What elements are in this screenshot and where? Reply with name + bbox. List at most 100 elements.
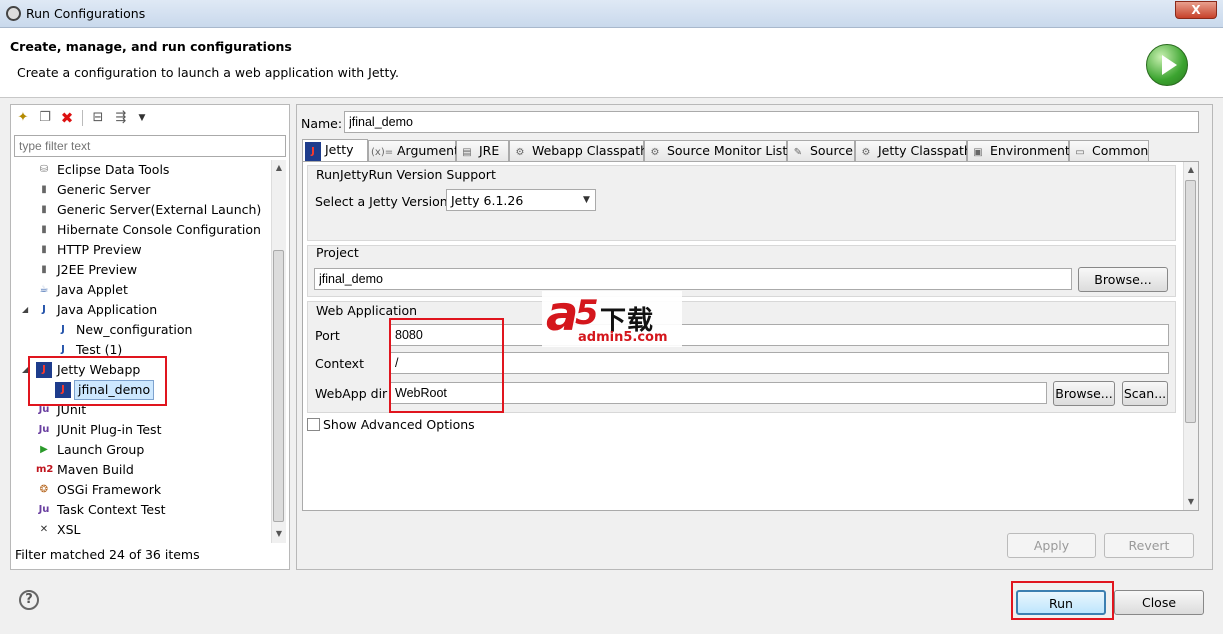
tree-item[interactable]: ☕ Java Applet bbox=[14, 280, 272, 300]
tree-item[interactable]: ◢ J Java Application bbox=[14, 300, 272, 320]
jetty-version-value: Jetty 6.1.26 bbox=[451, 193, 524, 208]
duplicate-icon[interactable]: ❐ bbox=[37, 110, 53, 126]
classpath-icon: ⚙ bbox=[861, 147, 871, 158]
tree-item[interactable]: ▮ HTTP Preview bbox=[14, 240, 272, 260]
advanced-options-checkbox[interactable] bbox=[307, 418, 320, 431]
xsl-icon: ✕ bbox=[39, 524, 49, 535]
tree-item[interactable]: J New_configuration bbox=[14, 320, 272, 340]
applet-icon: ☕ bbox=[39, 284, 49, 295]
tree-item-label: OSGi Framework bbox=[57, 482, 162, 497]
project-field[interactable] bbox=[314, 268, 1072, 290]
delete-icon[interactable]: ✖ bbox=[59, 110, 75, 126]
tab-jre[interactable]: ▤ JRE bbox=[456, 140, 509, 161]
tree-item[interactable]: ❂ OSGi Framework bbox=[14, 480, 272, 500]
help-icon[interactable]: ? bbox=[19, 590, 39, 610]
scan-button[interactable]: Scan... bbox=[1122, 381, 1168, 406]
panel-scroll-down-icon[interactable]: ▼ bbox=[1184, 495, 1198, 509]
scroll-up-icon[interactable]: ▲ bbox=[272, 161, 286, 175]
tree-item[interactable]: ▮ J2EE Preview bbox=[14, 260, 272, 280]
highlight-box-jetty bbox=[28, 356, 167, 406]
scroll-down-icon[interactable]: ▼ bbox=[272, 527, 286, 541]
window-title: Run Configurations bbox=[26, 6, 146, 21]
tree-item-label: Launch Group bbox=[57, 442, 145, 457]
tab-label: Source bbox=[806, 143, 853, 158]
title-bar[interactable] bbox=[0, 0, 1223, 28]
tab-source[interactable]: ✎ Source bbox=[787, 140, 855, 161]
name-field[interactable] bbox=[344, 111, 1199, 133]
arguments-icon: (x)= bbox=[371, 147, 394, 158]
tab-source-monitor-list[interactable]: ⚙ Source Monitor List bbox=[644, 140, 787, 161]
tree-item[interactable]: ▮ Generic Server bbox=[14, 180, 272, 200]
filter-status: Filter matched 24 of 36 items bbox=[15, 547, 200, 562]
webapp-browse-button[interactable]: Browse... bbox=[1053, 381, 1115, 406]
view-menu-chevron-icon[interactable]: ▼ bbox=[134, 110, 150, 126]
advanced-options-label: Show Advanced Options bbox=[323, 417, 475, 432]
context-field[interactable] bbox=[390, 352, 1169, 374]
close-window-button[interactable]: X bbox=[1175, 1, 1217, 19]
name-label: Name: bbox=[301, 116, 343, 131]
tab-label: Common bbox=[1088, 143, 1149, 158]
panel-scroll-thumb[interactable] bbox=[1185, 180, 1196, 423]
tab-label: Source Monitor List bbox=[663, 143, 788, 158]
tab-jetty[interactable]: J Jetty bbox=[302, 139, 368, 162]
tree-item[interactable]: ▮ Generic Server(External Launch) bbox=[14, 200, 272, 220]
tree-item-label: Generic Server(External Launch) bbox=[57, 202, 262, 217]
tree-item-label: XSL bbox=[57, 522, 81, 537]
close-button[interactable]: Close bbox=[1114, 590, 1204, 615]
tree-item[interactable]: ⛁ Eclipse Data Tools bbox=[14, 160, 272, 180]
tab-environment[interactable]: ▣ Environment bbox=[967, 140, 1070, 161]
panel-scroll-up-icon[interactable]: ▲ bbox=[1184, 163, 1198, 177]
filter-icon[interactable]: ⇶ bbox=[113, 110, 129, 126]
watermark-url: admin5.com bbox=[578, 330, 668, 345]
run-button[interactable]: Run bbox=[1016, 590, 1106, 615]
chevron-down-icon[interactable]: ▼ bbox=[583, 195, 590, 205]
tree-item-label: Maven Build bbox=[57, 462, 134, 477]
launch-group-icon: ▶ bbox=[40, 444, 48, 455]
database-icon: ⛁ bbox=[39, 164, 49, 175]
collapse-all-icon[interactable]: ⊟ bbox=[90, 110, 106, 126]
tree-item[interactable]: ✕ XSL bbox=[14, 520, 272, 540]
expand-triangle-icon[interactable]: ◢ bbox=[22, 300, 32, 320]
port-label: Port bbox=[315, 328, 340, 343]
tree-item[interactable]: ▶ Launch Group bbox=[14, 440, 272, 460]
tree-item-label: Task Context Test bbox=[57, 502, 166, 517]
tree-scroll-thumb[interactable] bbox=[273, 250, 284, 522]
tab-arguments[interactable]: (x)= Arguments bbox=[368, 140, 466, 161]
project-browse-button[interactable]: Browse... bbox=[1078, 267, 1168, 292]
apply-button[interactable]: Apply bbox=[1007, 533, 1096, 558]
tab-label: Jetty Classpath bbox=[874, 143, 972, 158]
server-icon: ▮ bbox=[41, 184, 47, 195]
configuration-tree: ⛁ Eclipse Data Tools ▮ Generic Server ▮ Gener… bbox=[14, 160, 272, 543]
source-icon: ✎ bbox=[793, 147, 803, 158]
jetty-version-label: Select a Jetty Version: bbox=[315, 194, 452, 209]
header-title: Create, manage, and run configurations bbox=[10, 39, 292, 54]
tree-item-label: New_configuration bbox=[76, 322, 193, 337]
jetty-version-select[interactable]: Jetty 6.1.26 bbox=[446, 189, 596, 211]
java-app-icon: J bbox=[42, 304, 46, 315]
tree-item[interactable]: m2 Maven Build bbox=[14, 460, 272, 480]
junit-icon: Ju bbox=[38, 504, 50, 515]
port-field[interactable] bbox=[390, 324, 1169, 346]
junit-icon: Ju bbox=[38, 424, 50, 435]
tree-item-label: Hibernate Console Configuration bbox=[57, 222, 261, 237]
tree-item[interactable]: Ju Task Context Test bbox=[14, 500, 272, 520]
watermark-logo-a: a bbox=[546, 286, 579, 342]
revert-button[interactable]: Revert bbox=[1104, 533, 1194, 558]
tree-item-label: Java Application bbox=[57, 302, 158, 317]
watermark-logo-5: 5 bbox=[575, 293, 599, 333]
new-config-icon[interactable]: ✦ bbox=[15, 110, 31, 126]
tab-common[interactable]: ▭ Common bbox=[1069, 140, 1149, 161]
toolbar-divider bbox=[82, 110, 83, 126]
tab-label: Jetty bbox=[321, 142, 354, 157]
tab-jetty-classpath[interactable]: ⚙ Jetty Classpath bbox=[855, 140, 972, 161]
tree-item[interactable]: Ju JUnit Plug-in Test bbox=[14, 420, 272, 440]
server-icon: ▮ bbox=[41, 204, 47, 215]
filter-input[interactable] bbox=[14, 135, 286, 157]
tab-webapp-classpath[interactable]: ⚙ Webapp Classpath bbox=[509, 140, 648, 161]
jre-icon: ▤ bbox=[462, 147, 472, 158]
tab-label: Environment bbox=[986, 143, 1070, 158]
classpath-icon: ⚙ bbox=[515, 147, 525, 158]
tree-item[interactable]: ▮ Hibernate Console Configuration bbox=[14, 220, 272, 240]
server-icon: ▮ bbox=[41, 244, 47, 255]
webapp-dir-label: WebApp dir bbox=[315, 386, 388, 401]
